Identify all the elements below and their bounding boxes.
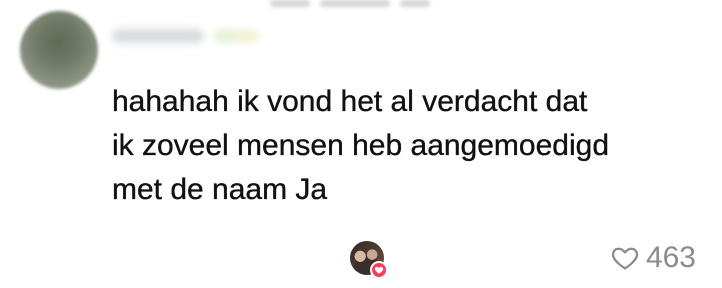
comment-line: met de naam Ja (112, 173, 328, 206)
comment-text: hahahah ik vond het al verdacht dat ik z… (112, 80, 702, 212)
creator-liked-indicator (350, 241, 388, 279)
comment-line: ik zoveel mensen heb aangemoedigd (112, 129, 610, 162)
user-avatar[interactable] (20, 11, 98, 89)
username-placeholder (112, 29, 204, 43)
comment-line: hahahah ik vond het al verdacht dat (112, 85, 588, 118)
username-blurred[interactable] (112, 24, 260, 48)
like-button[interactable]: 463 (610, 238, 696, 278)
comment-item: hahahah ik vond het al verdacht dat ik z… (0, 0, 722, 288)
creator-heart-icon (370, 261, 388, 279)
like-count: 463 (645, 241, 696, 274)
previous-item-fragment (270, 0, 470, 7)
heart-outline-icon[interactable] (610, 243, 640, 273)
username-badge-placeholder (214, 29, 260, 43)
